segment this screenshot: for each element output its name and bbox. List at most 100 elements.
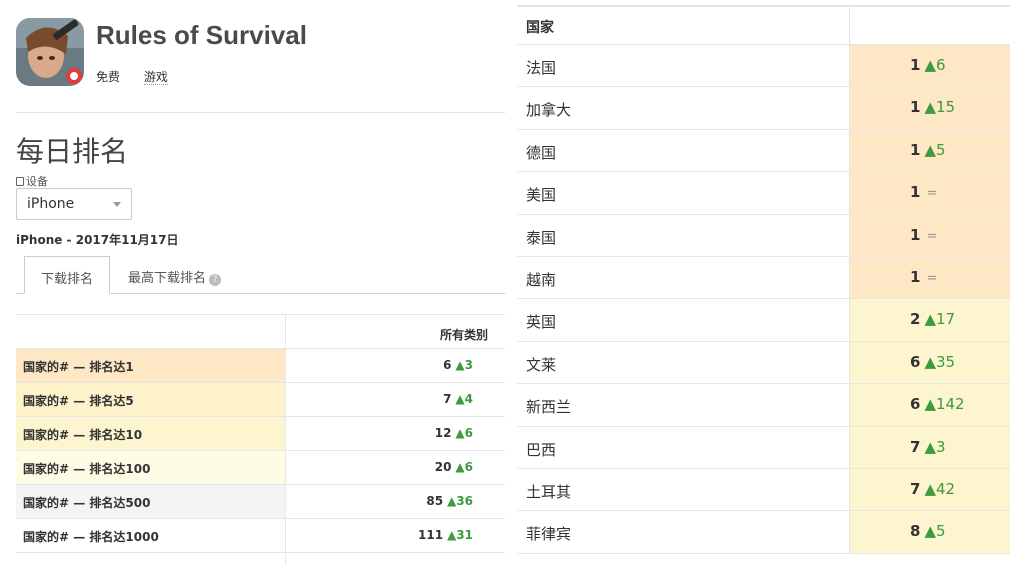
rank-count: 85 <box>426 494 444 508</box>
country-name: 新西兰 <box>526 398 572 417</box>
country-rank: 7 <box>910 479 921 498</box>
rank-count: 7 <box>443 392 452 406</box>
rank-threshold-label: 国家的# — 排名达1000 <box>16 519 285 552</box>
table-row: 巴西 7 ▲3 <box>517 426 1010 469</box>
country-rank: 6 <box>910 395 921 414</box>
country-rank-cell: 7 ▲3 <box>850 426 1010 468</box>
rank-threshold-label: 国家的# — 排名达10 <box>16 417 285 450</box>
country-rank-cell: 6 ▲35 <box>850 341 1010 384</box>
country-table-header: 国家 <box>517 7 1010 45</box>
rank-table-header: 所有类别 <box>16 314 505 348</box>
country-name: 越南 <box>526 270 557 289</box>
country-name: 巴西 <box>526 440 557 459</box>
column-header-country: 国家 <box>526 20 554 36</box>
rank-count: 111 <box>418 528 444 542</box>
app-icon[interactable] <box>16 18 84 86</box>
device-select[interactable]: iPhone <box>16 188 132 220</box>
country-name: 菲律宾 <box>526 525 572 544</box>
help-icon[interactable]: ? <box>209 274 222 286</box>
table-row: 美国 1 = <box>517 172 1010 215</box>
rank-change: = <box>926 270 938 286</box>
table-footer <box>16 552 505 565</box>
rank-change: ▲4 <box>455 392 473 406</box>
table-row: 国家的# — 排名达1000 111 ▲31 <box>16 518 505 552</box>
rank-change: = <box>926 228 938 244</box>
country-name: 泰国 <box>526 228 557 247</box>
device-label-text: 设备 <box>26 175 48 188</box>
rank-change: ▲31 <box>447 528 473 542</box>
table-row: 英国 2 ▲17 <box>517 299 1010 342</box>
table-row: 国家的# — 排名达100 20 ▲6 <box>16 450 505 484</box>
device-select-value: iPhone <box>27 196 75 212</box>
rank-count-cell: 12 ▲6 <box>286 417 505 450</box>
rank-summary-table: 所有类别 国家的# — 排名达1 6 ▲3 国家的# — 排名达5 7 ▲4 国家的# — … <box>16 314 505 565</box>
country-rank: 1 <box>910 225 921 244</box>
country-name: 文莱 <box>526 355 557 374</box>
rank-threshold-label: 国家的# — 排名达100 <box>16 451 285 484</box>
tab-download-rank[interactable]: 下载排名 <box>24 256 110 294</box>
country-name: 美国 <box>526 186 557 205</box>
country-rank: 1 <box>910 183 921 202</box>
rank-count: 20 <box>434 460 452 474</box>
table-row: 文莱 6 ▲35 <box>517 341 1010 385</box>
table-row: 加拿大 1 ▲15 <box>517 87 1010 130</box>
tab-download-rank-label: 下载排名 <box>40 272 93 287</box>
country-rank-cell: 6 ▲142 <box>850 384 1010 426</box>
section-title: 每日排名 <box>16 135 129 168</box>
country-name: 英国 <box>526 313 557 332</box>
table-row: 国家的# — 排名达10 12 ▲6 <box>16 416 505 450</box>
country-rank: 7 <box>910 437 921 456</box>
table-row: 越南 1 = <box>517 256 1010 300</box>
rank-count: 6 <box>443 358 452 372</box>
rank-change: = <box>926 186 938 202</box>
rank-count-cell: 20 ▲6 <box>286 451 505 484</box>
rank-count: 12 <box>434 426 452 440</box>
country-rank-cell: 1 ▲15 <box>850 87 1010 129</box>
country-rank: 8 <box>910 522 921 541</box>
country-rank: 1 <box>910 98 921 117</box>
chevron-down-icon <box>113 202 121 207</box>
column-divider <box>285 553 286 565</box>
table-row: 国家的# — 排名达5 7 ▲4 <box>16 382 505 416</box>
country-rank: 2 <box>910 310 921 329</box>
rank-change: ▲36 <box>447 494 473 508</box>
rank-change: ▲3 <box>924 437 946 456</box>
country-name: 土耳其 <box>526 482 572 501</box>
rank-count-cell: 7 ▲4 <box>286 383 505 416</box>
table-row: 土耳其 7 ▲42 <box>517 468 1010 512</box>
rank-change: ▲15 <box>924 98 956 117</box>
rank-change: ▲42 <box>924 479 956 498</box>
country-rank-cell: 1 = <box>850 214 1010 256</box>
column-divider <box>285 315 286 348</box>
rank-change: ▲6 <box>924 56 946 74</box>
rank-change: ▲6 <box>455 460 473 474</box>
rank-change: ▲17 <box>924 310 956 329</box>
rank-change: ▲5 <box>924 522 946 541</box>
country-name: 德国 <box>526 143 557 162</box>
country-name: 法国 <box>526 59 557 77</box>
app-icon-artwork <box>16 18 84 86</box>
header-divider <box>16 112 505 113</box>
table-row: 泰国 1 = <box>517 214 1010 257</box>
app-meta: 免费 游戏 <box>96 68 188 85</box>
rank-threshold-label: 国家的# — 排名达1 <box>16 349 285 382</box>
country-name: 加拿大 <box>526 101 572 120</box>
app-price: 免费 <box>96 70 121 84</box>
app-ranking-panel: Rules of Survival 免费 游戏 每日排名 设备 iPhone i… <box>0 0 505 565</box>
rank-count-cell: 85 ▲36 <box>286 485 505 518</box>
country-rank-cell: 1 ▲6 <box>850 45 1010 87</box>
rank-change: ▲35 <box>924 352 956 371</box>
country-rank-cell: 1 = <box>850 172 1010 214</box>
rank-threshold-label: 国家的# — 排名达5 <box>16 383 285 416</box>
device-icon <box>16 177 24 186</box>
table-row: 德国 1 ▲5 <box>517 129 1010 173</box>
rank-change: ▲142 <box>924 395 965 414</box>
country-rank-cell: 1 ▲5 <box>850 129 1010 172</box>
country-rank-cell: 7 ▲42 <box>850 468 1010 511</box>
table-row: 法国 1 ▲6 <box>517 45 1010 88</box>
table-row: 菲律宾 8 ▲5 <box>517 511 1010 554</box>
app-genre-link[interactable]: 游戏 <box>143 70 168 85</box>
ranking-tabs: 下载排名 最高下载排名? <box>16 256 505 294</box>
tab-top-download-rank[interactable]: 最高下载排名? <box>128 256 222 294</box>
column-divider <box>849 7 850 44</box>
